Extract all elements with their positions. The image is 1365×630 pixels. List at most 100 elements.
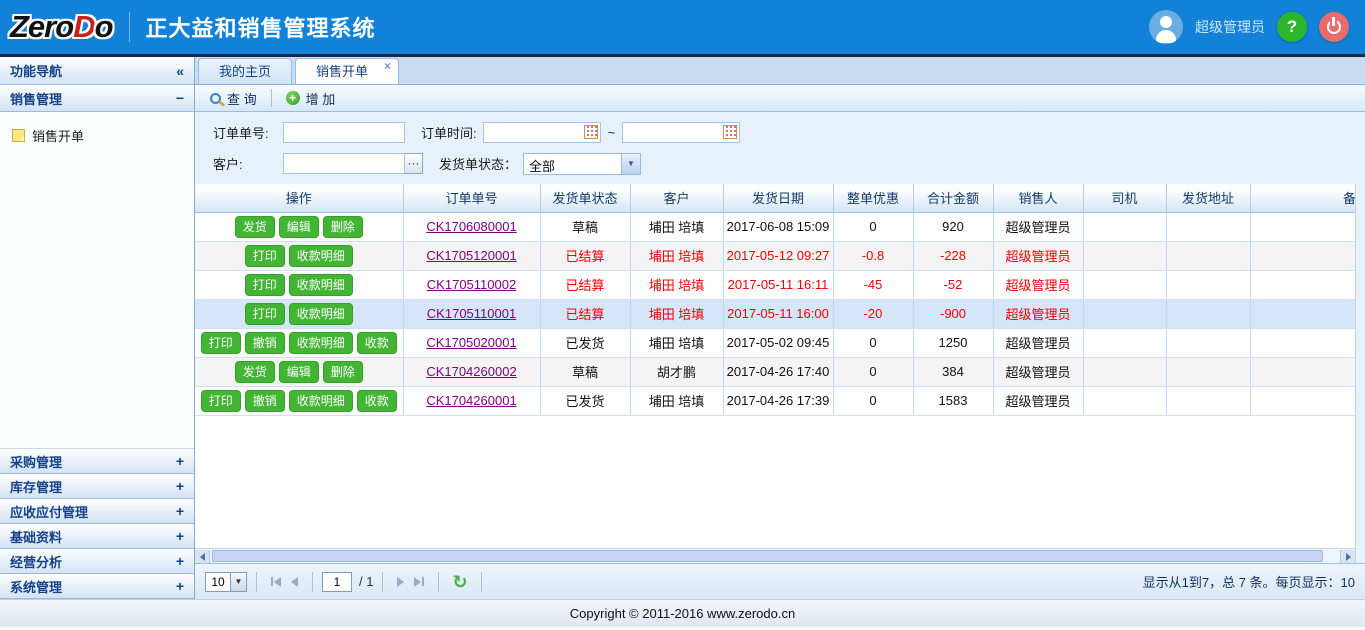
delete-button[interactable]: 删除 [323, 216, 363, 238]
customer-lookup-button[interactable]: ··· [405, 153, 423, 174]
user-avatar-icon[interactable] [1149, 10, 1183, 44]
expand-group-icon[interactable]: + [176, 553, 184, 569]
remark-cell [1250, 357, 1355, 386]
delete-button[interactable]: 删除 [323, 361, 363, 383]
sidebar-group-inventory[interactable]: 库存管理+ [0, 474, 194, 499]
customer-cell: 埔田 培填 [630, 212, 723, 241]
edit-button[interactable]: 编辑 [279, 216, 319, 238]
col-order-no[interactable]: 订单单号 [403, 184, 540, 212]
print-button[interactable]: 打印 [245, 303, 285, 325]
first-page-button[interactable] [271, 577, 281, 587]
table-row: 发货编辑删除CK1706080001草稿埔田 培填2017-06-08 15:0… [195, 212, 1355, 241]
tab-sales-billing[interactable]: 销售开单 × [295, 58, 399, 84]
expand-group-icon[interactable]: + [176, 528, 184, 544]
expand-group-icon[interactable]: + [176, 503, 184, 519]
pager-divider [382, 572, 383, 592]
address-cell [1166, 212, 1250, 241]
collapse-group-icon[interactable]: − [176, 90, 184, 106]
ship-button[interactable]: 发货 [235, 361, 275, 383]
seller-cell: 超级管理员 [993, 357, 1083, 386]
cancel-button[interactable]: 撤销 [245, 390, 285, 412]
order-no-cell: CK1705110001 [403, 299, 540, 328]
payment-detail-button[interactable]: 收款明细 [289, 303, 353, 325]
refresh-icon[interactable]: ↻ [452, 573, 467, 591]
vertical-scrollbar[interactable] [1355, 184, 1365, 563]
horizontal-scrollbar[interactable] [195, 548, 1355, 563]
order-no-input[interactable] [283, 122, 405, 143]
close-tab-icon[interactable]: × [384, 59, 391, 73]
order-link[interactable]: CK1705110001 [427, 306, 516, 321]
sidebar-group-sales[interactable]: 销售管理− [0, 85, 194, 112]
horizontal-scrollbar-thumb[interactable] [212, 550, 1323, 562]
calendar-icon[interactable] [584, 125, 598, 139]
toolbar-divider [271, 89, 272, 107]
tab-home[interactable]: 我的主页 [198, 58, 292, 84]
col-seller[interactable]: 销售人 [993, 184, 1083, 212]
sidebar-group-system[interactable]: 系统管理+ [0, 574, 194, 599]
left-arrow-icon [200, 553, 205, 561]
prev-page-button[interactable] [291, 577, 298, 587]
order-link[interactable]: CK1704260002 [426, 364, 516, 379]
scroll-left-button[interactable] [195, 550, 210, 563]
ship-button[interactable]: 发货 [235, 216, 275, 238]
remark-cell [1250, 270, 1355, 299]
col-discount[interactable]: 整单优惠 [833, 184, 913, 212]
payment-detail-button[interactable]: 收款明细 [289, 332, 353, 354]
discount-cell: 0 [833, 386, 913, 415]
sidebar-group-receivable-payable[interactable]: 应收应付管理+ [0, 499, 194, 524]
payment-detail-button[interactable]: 收款明细 [289, 390, 353, 412]
query-button[interactable]: 查 询 [203, 87, 264, 110]
order-link[interactable]: CK1705120001 [426, 248, 516, 263]
print-button[interactable]: 打印 [201, 390, 241, 412]
sidebar-collapse-icon[interactable]: « [176, 63, 184, 79]
order-link[interactable]: CK1706080001 [426, 219, 516, 234]
page-number-input[interactable] [322, 572, 352, 592]
calendar-icon[interactable] [723, 125, 737, 139]
logout-button[interactable] [1319, 12, 1349, 42]
col-remark[interactable]: 备注 [1250, 184, 1355, 212]
collect-button[interactable]: 收款 [357, 390, 397, 412]
col-customer[interactable]: 客户 [630, 184, 723, 212]
order-link[interactable]: CK1705020001 [426, 335, 516, 350]
payment-detail-button[interactable]: 收款明细 [289, 245, 353, 267]
col-actions[interactable]: 操作 [195, 184, 403, 212]
page-size-select[interactable]: 10 ▼ [205, 572, 247, 592]
print-button[interactable]: 打印 [245, 245, 285, 267]
order-link[interactable]: CK1705110002 [427, 277, 516, 292]
col-driver[interactable]: 司机 [1083, 184, 1166, 212]
customer-cell: 埔田 培填 [630, 299, 723, 328]
chevron-down-icon[interactable]: ▼ [230, 573, 246, 591]
next-page-button[interactable] [397, 577, 404, 587]
col-address[interactable]: 发货地址 [1166, 184, 1250, 212]
sidebar-title-bar[interactable]: 功能导航 « [0, 57, 194, 85]
expand-group-icon[interactable]: + [176, 578, 184, 594]
copyright-text: Copyright © 2011-2016 www.zerodo.cn [570, 606, 795, 621]
help-button[interactable]: ? [1277, 12, 1307, 42]
discount-cell: -20 [833, 299, 913, 328]
expand-group-icon[interactable]: + [176, 453, 184, 469]
remark-cell [1250, 328, 1355, 357]
add-button[interactable]: + 增 加 [279, 87, 343, 110]
collect-button[interactable]: 收款 [357, 332, 397, 354]
status-select[interactable]: 全部 ▼ [523, 153, 641, 175]
cancel-button[interactable]: 撤销 [245, 332, 285, 354]
sidebar-group-basic-data[interactable]: 基础资料+ [0, 524, 194, 549]
last-page-button[interactable] [414, 577, 424, 587]
print-button[interactable]: 打印 [201, 332, 241, 354]
customer-input[interactable] [283, 153, 405, 174]
col-status[interactable]: 发货单状态 [540, 184, 630, 212]
discount-cell: 0 [833, 328, 913, 357]
col-total[interactable]: 合计金额 [913, 184, 993, 212]
payment-detail-button[interactable]: 收款明细 [289, 274, 353, 296]
print-button[interactable]: 打印 [245, 274, 285, 296]
scroll-right-button[interactable] [1340, 550, 1355, 563]
sidebar-group-business-analysis[interactable]: 经营分析+ [0, 549, 194, 574]
filter-panel: 订单单号: 订单时间: ~ 客户: ··· 发货单状态： [195, 112, 1365, 184]
col-ship-date[interactable]: 发货日期 [723, 184, 833, 212]
chevron-down-icon[interactable]: ▼ [621, 154, 640, 174]
sidebar-item-sales-billing[interactable]: 销售开单 [12, 126, 182, 145]
order-link[interactable]: CK1704260001 [426, 393, 516, 408]
expand-group-icon[interactable]: + [176, 478, 184, 494]
sidebar-group-purchase[interactable]: 采购管理+ [0, 449, 194, 474]
edit-button[interactable]: 编辑 [279, 361, 319, 383]
